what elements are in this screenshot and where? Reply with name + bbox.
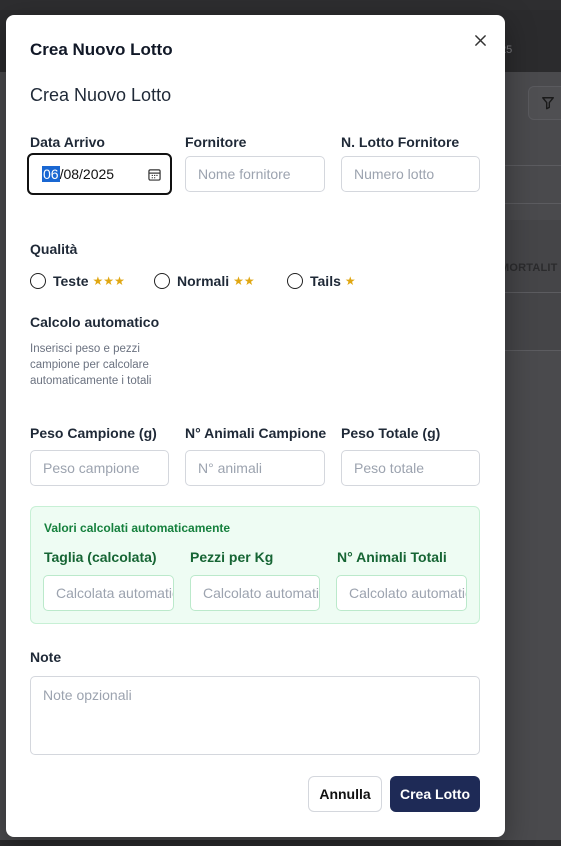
filter-button[interactable] xyxy=(528,86,561,120)
background-topbar xyxy=(0,0,561,10)
cancel-button[interactable]: Annulla xyxy=(308,776,382,812)
background-divider xyxy=(505,292,561,293)
auto-calc-description: Inserisci peso e pezzi campione per calc… xyxy=(30,343,152,387)
date-rest-segment[interactable]: /08/2025 xyxy=(60,166,115,182)
radio-button[interactable] xyxy=(287,273,303,289)
auto-calc-title: Calcolo automatico xyxy=(30,314,160,330)
sample-animals-input[interactable]: N° animali xyxy=(185,450,325,486)
star-icon: ★ xyxy=(344,274,356,288)
radio-button[interactable] xyxy=(30,273,46,289)
quality-option-tails[interactable]: Tails ★ xyxy=(287,273,356,289)
quality-option-label: Teste xyxy=(53,273,89,289)
background-divider xyxy=(505,350,561,351)
radio-button[interactable] xyxy=(154,273,170,289)
quality-option-teste[interactable]: Teste ★★★ xyxy=(30,273,125,289)
star-icon: ★★ xyxy=(233,274,255,288)
total-weight-label: Peso Totale (g) xyxy=(341,425,441,441)
background-column-header: MORTALIT xyxy=(500,262,558,274)
background-divider xyxy=(505,165,561,166)
calendar-icon[interactable] xyxy=(148,168,161,181)
pieces-per-kg-label: Pezzi per Kg xyxy=(190,549,274,565)
filter-icon xyxy=(542,97,554,110)
form-title: Crea Nuovo Lotto xyxy=(30,85,172,105)
supplier-lot-input[interactable]: Numero lotto xyxy=(341,156,480,192)
pieces-per-kg-input[interactable]: Calcolato automaticamente xyxy=(190,575,320,611)
notes-label: Note xyxy=(30,649,62,665)
supplier-lot-label: N. Lotto Fornitore xyxy=(341,134,460,150)
size-input[interactable]: Calcolata automaticamente xyxy=(43,575,174,611)
sample-weight-input[interactable]: Peso campione xyxy=(30,450,169,486)
close-icon xyxy=(474,34,486,46)
arrival-date-input[interactable]: 06 /08/2025 xyxy=(27,153,172,195)
quality-label: Qualità xyxy=(30,241,78,257)
total-weight-input[interactable]: Peso totale xyxy=(341,450,480,486)
star-icon: ★★★ xyxy=(92,274,125,288)
close-button[interactable] xyxy=(471,31,489,49)
calculated-values-panel: Valori calcolati automaticamente Taglia … xyxy=(30,506,480,624)
quality-option-normali[interactable]: Normali ★★ xyxy=(154,273,255,289)
calculated-values-heading: Valori calcolati automaticamente xyxy=(44,521,231,535)
quality-option-label: Normali xyxy=(177,273,230,289)
arrival-date-label: Data Arrivo xyxy=(30,134,105,150)
dialog-title: Crea Nuovo Lotto xyxy=(30,40,173,59)
background-table-area xyxy=(505,220,561,350)
total-animals-input[interactable]: Calcolato automaticamente xyxy=(336,575,467,611)
create-lot-button[interactable]: Crea Lotto xyxy=(390,776,480,812)
notes-textarea[interactable]: Note opzionali xyxy=(30,676,480,755)
background-divider xyxy=(505,203,561,204)
background-bottom-bar xyxy=(0,840,561,846)
sample-animals-label: N° Animali Campione xyxy=(185,425,327,441)
date-day-segment[interactable]: 06 xyxy=(42,166,60,182)
size-label: Taglia (calcolata) xyxy=(44,549,157,565)
create-lot-dialog: Crea Nuovo Lotto Crea Nuovo Lotto Data A… xyxy=(6,15,505,837)
total-animals-label: N° Animali Totali xyxy=(337,549,447,565)
supplier-label: Fornitore xyxy=(185,134,247,150)
sample-weight-label: Peso Campione (g) xyxy=(30,425,157,441)
quality-option-label: Tails xyxy=(310,273,341,289)
supplier-input[interactable]: Nome fornitore xyxy=(185,156,325,192)
